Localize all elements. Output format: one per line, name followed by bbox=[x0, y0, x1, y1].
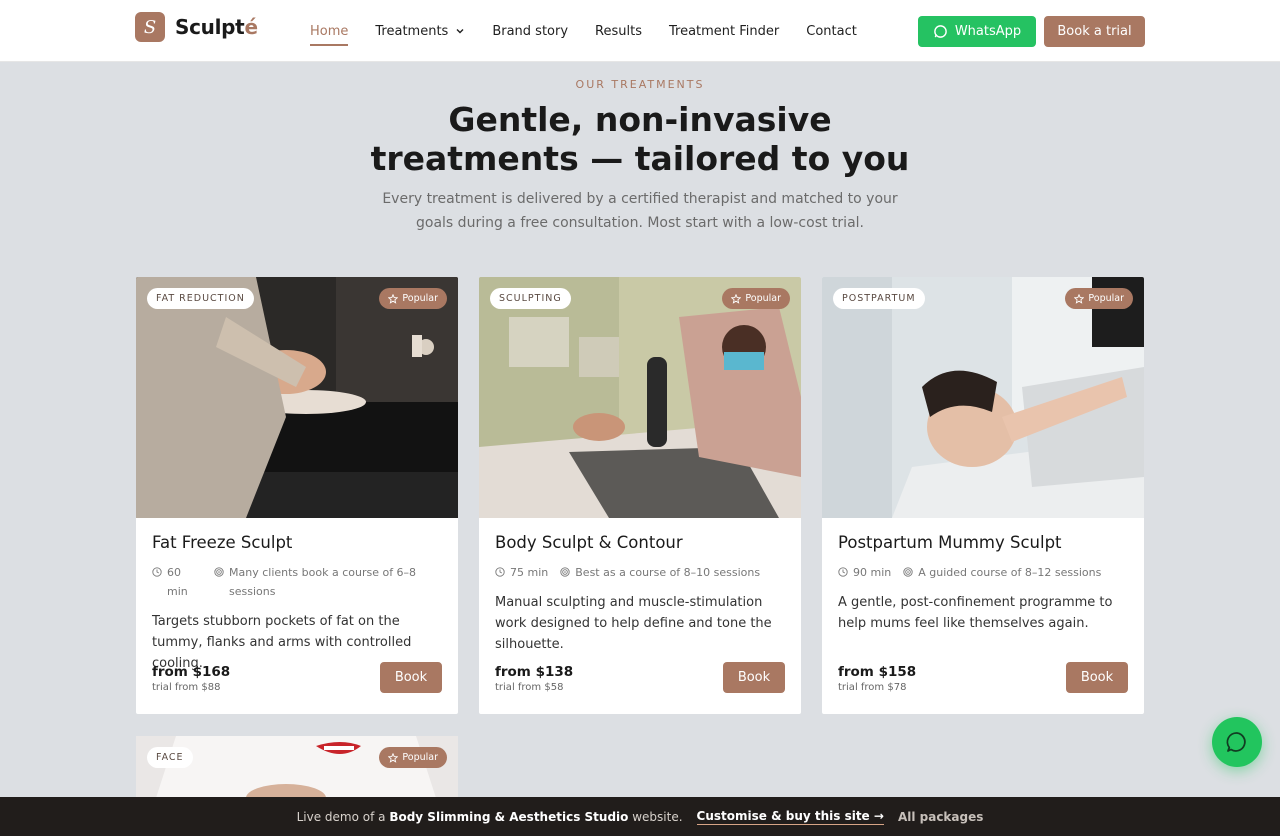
logo-mark: S bbox=[135, 12, 165, 42]
book-trial-button[interactable]: Book a trial bbox=[1044, 16, 1145, 47]
price: from $138 bbox=[495, 664, 574, 680]
popular-label: Popular bbox=[745, 293, 781, 304]
logo-accent: é bbox=[244, 15, 258, 39]
treatment-image[interactable]: FAT REDUCTION Popular bbox=[136, 277, 458, 518]
main-nav: Home Treatments Brand story Results Trea… bbox=[310, 0, 884, 62]
section-headline: Gentle, non-invasive treatments — tailor… bbox=[370, 100, 910, 178]
nav-home[interactable]: Home bbox=[310, 0, 349, 62]
sessions-text: A guided course of 8–12 sessions bbox=[918, 566, 1102, 579]
star-icon bbox=[388, 752, 399, 763]
nav-treatments[interactable]: Treatments bbox=[375, 0, 465, 62]
duration-text: 75 min bbox=[510, 566, 549, 579]
card-body: Postpartum Mummy Sculpt 90 min A guided … bbox=[838, 533, 1128, 634]
star-icon bbox=[1074, 293, 1085, 304]
clock-icon bbox=[152, 567, 162, 577]
popular-label: Popular bbox=[1088, 293, 1124, 304]
sessions: Best as a course of 8–10 sessions bbox=[560, 563, 760, 582]
nav-treatments-label: Treatments bbox=[375, 23, 449, 39]
sessions-text: Best as a course of 8–10 sessions bbox=[575, 566, 761, 579]
book-button[interactable]: Book bbox=[380, 662, 442, 693]
chevron-down-icon bbox=[456, 29, 464, 34]
trial-price: trial from $78 bbox=[838, 682, 907, 693]
whatsapp-button[interactable]: WhatsApp bbox=[918, 16, 1036, 47]
treatment-card: SCULPTING Popular Body Sculpt & Contour … bbox=[479, 277, 801, 714]
target-icon bbox=[903, 567, 913, 577]
spa-photo bbox=[822, 277, 1144, 518]
duration: 60 min bbox=[152, 563, 214, 601]
target-icon bbox=[560, 567, 570, 577]
chat-bubble-icon bbox=[1226, 732, 1246, 752]
demo-banner: Live demo of a Body Slimming & Aesthetic… bbox=[0, 797, 1280, 836]
banner-suffix: website. bbox=[632, 809, 683, 824]
trial-price: trial from $88 bbox=[152, 682, 221, 693]
popular-label: Popular bbox=[402, 752, 438, 763]
spa-photo bbox=[136, 277, 458, 518]
duration: 90 min bbox=[838, 563, 891, 582]
logo-text: Sculpté bbox=[175, 15, 258, 39]
duration: 75 min bbox=[495, 563, 548, 582]
treatment-image[interactable]: SCULPTING Popular bbox=[479, 277, 801, 518]
card-title: Postpartum Mummy Sculpt bbox=[838, 533, 1062, 552]
card-meta: 75 min Best as a course of 8–10 sessions bbox=[495, 563, 785, 582]
card-title: Fat Freeze Sculpt bbox=[152, 533, 293, 552]
category-tag: SCULPTING bbox=[490, 288, 571, 309]
sessions: A guided course of 8–12 sessions bbox=[903, 563, 1101, 582]
card-title: Body Sculpt & Contour bbox=[495, 533, 683, 552]
card-description: A gentle, post-confinement programme to … bbox=[838, 595, 1113, 631]
card-meta: 60 min Many clients book a course of 6–8… bbox=[152, 563, 442, 601]
card-footer: from $168 trial from $88 Book bbox=[152, 662, 442, 694]
card-footer: from $158 trial from $78 Book bbox=[838, 662, 1128, 694]
target-icon bbox=[214, 567, 224, 577]
category-tag: FACE bbox=[147, 747, 193, 768]
sessions-text: Many clients book a course of 6–8 sessio… bbox=[229, 566, 417, 598]
category-tag: FAT REDUCTION bbox=[147, 288, 254, 309]
nav-results[interactable]: Results bbox=[595, 0, 642, 62]
chat-button[interactable] bbox=[1212, 717, 1262, 767]
card-description: Manual sculpting and muscle-stimulation … bbox=[495, 595, 772, 652]
book-button[interactable]: Book bbox=[1066, 662, 1128, 693]
whatsapp-label: WhatsApp bbox=[954, 24, 1022, 39]
treatment-card: FAT REDUCTION Popular Fat Freeze Sculpt … bbox=[136, 277, 458, 714]
nav-brand-story[interactable]: Brand story bbox=[492, 0, 568, 62]
card-footer: from $138 trial from $58 Book bbox=[495, 662, 785, 694]
section-subhead: Every treatment is delivered by a certif… bbox=[382, 191, 898, 231]
spa-photo bbox=[479, 277, 801, 518]
star-icon bbox=[731, 293, 742, 304]
sessions: Many clients book a course of 6–8 sessio… bbox=[214, 563, 426, 601]
popular-badge: Popular bbox=[379, 288, 447, 309]
whatsapp-icon bbox=[934, 25, 947, 38]
card-meta: 90 min A guided course of 8–12 sessions bbox=[838, 563, 1128, 582]
all-packages-link[interactable]: All packages bbox=[898, 810, 983, 824]
clock-icon bbox=[838, 567, 848, 577]
star-icon bbox=[388, 293, 399, 304]
popular-badge: Popular bbox=[722, 288, 790, 309]
popular-badge: Popular bbox=[1065, 288, 1133, 309]
popular-label: Popular bbox=[402, 293, 438, 304]
duration-text: 90 min bbox=[853, 566, 892, 579]
customise-buy-link[interactable]: Customise & buy this site → bbox=[696, 809, 884, 825]
price: from $158 bbox=[838, 664, 917, 680]
section-eyebrow: OUR TREATMENTS bbox=[575, 78, 705, 91]
trial-price: trial from $58 bbox=[495, 682, 564, 693]
card-body: Body Sculpt & Contour 75 min Best as a c… bbox=[495, 533, 785, 655]
category-tag: POSTPARTUM bbox=[833, 288, 925, 309]
price: from $168 bbox=[152, 664, 231, 680]
popular-badge: Popular bbox=[379, 747, 447, 768]
treatment-card: POSTPARTUM Popular Postpartum Mummy Scul… bbox=[822, 277, 1144, 714]
banner-prefix: Live demo of a bbox=[296, 809, 386, 824]
duration-text: 60 min bbox=[167, 566, 188, 598]
clock-icon bbox=[495, 567, 505, 577]
card-body: Fat Freeze Sculpt 60 min Many clients bo… bbox=[152, 533, 442, 674]
site-header: S Sculpté Home Treatments Brand story Re… bbox=[0, 0, 1280, 62]
book-button[interactable]: Book bbox=[723, 662, 785, 693]
nav-treatment-finder[interactable]: Treatment Finder bbox=[669, 0, 779, 62]
treatment-image[interactable]: POSTPARTUM Popular bbox=[822, 277, 1144, 518]
banner-site-type: Body Slimming & Aesthetics Studio bbox=[389, 809, 629, 824]
treatment-card: FACE Popular bbox=[136, 736, 458, 798]
logo-name: Sculpt bbox=[175, 15, 245, 39]
logo[interactable]: S Sculpté bbox=[135, 12, 258, 42]
nav-contact[interactable]: Contact bbox=[806, 0, 857, 62]
